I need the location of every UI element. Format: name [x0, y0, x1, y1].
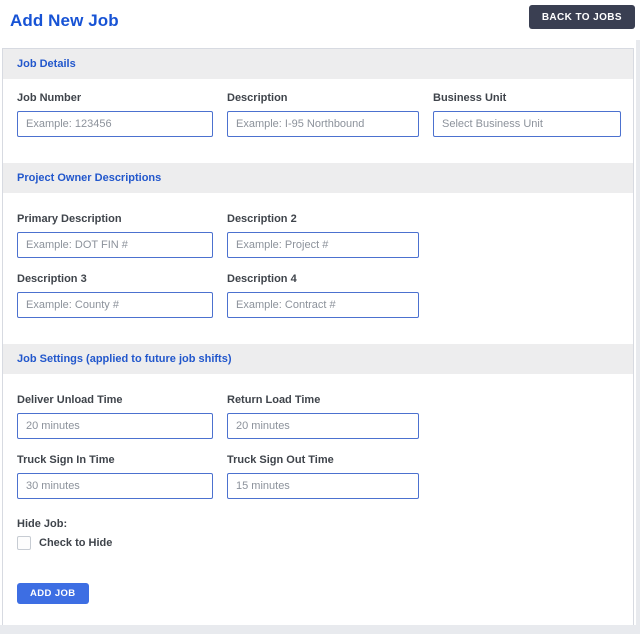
job-settings-row-1: Deliver Unload Time Return Load Time: [17, 394, 619, 439]
description-input[interactable]: [227, 111, 419, 137]
section-header-project-owner-descriptions: Project Owner Descriptions: [3, 163, 633, 193]
hide-job-group: Hide Job: Check to Hide: [17, 518, 619, 550]
project-owner-row-1: Primary Description Description 2: [17, 213, 619, 258]
description-4-input[interactable]: [227, 292, 419, 318]
section-body-project-owner-descriptions: Primary Description Description 2 Descri…: [3, 193, 633, 344]
deliver-unload-time-label: Deliver Unload Time: [17, 394, 123, 406]
deliver-unload-time-select[interactable]: [17, 413, 213, 439]
field-description-3: Description 3: [17, 273, 213, 318]
section-title-project-owner-descriptions: Project Owner Descriptions: [17, 172, 162, 184]
hide-job-checkbox[interactable]: [17, 536, 31, 550]
description-label: Description: [227, 92, 288, 104]
field-deliver-unload-time: Deliver Unload Time: [17, 394, 213, 439]
truck-sign-in-time-label: Truck Sign In Time: [17, 454, 115, 466]
section-body-job-details: Job Number Description Business Unit: [3, 79, 633, 163]
field-primary-description: Primary Description: [17, 213, 213, 258]
hide-job-label: Hide Job:: [17, 518, 68, 530]
section-title-job-details: Job Details: [17, 58, 76, 70]
project-owner-row-2: Description 3 Description 4: [17, 273, 619, 318]
hide-job-checkbox-label: Check to Hide: [39, 537, 113, 549]
hide-job-check-row: Check to Hide: [17, 536, 619, 550]
field-description-2: Description 2: [227, 213, 419, 258]
add-job-button[interactable]: ADD JOB: [17, 583, 89, 604]
primary-description-input[interactable]: [17, 232, 213, 258]
job-number-input[interactable]: [17, 111, 213, 137]
description-2-label: Description 2: [227, 213, 297, 225]
section-body-job-settings: Deliver Unload Time Return Load Time Tru…: [3, 374, 633, 630]
truck-sign-in-time-select[interactable]: [17, 473, 213, 499]
return-load-time-select[interactable]: [227, 413, 419, 439]
return-load-time-label: Return Load Time: [227, 394, 321, 406]
job-settings-row-2: Truck Sign In Time Truck Sign Out Time: [17, 454, 619, 499]
section-header-job-settings: Job Settings (applied to future job shif…: [3, 344, 633, 374]
description-3-input[interactable]: [17, 292, 213, 318]
field-truck-sign-out-time: Truck Sign Out Time: [227, 454, 419, 499]
description-4-label: Description 4: [227, 273, 297, 285]
field-business-unit: Business Unit: [433, 92, 621, 137]
field-description-4: Description 4: [227, 273, 419, 318]
primary-description-label: Primary Description: [17, 213, 122, 225]
job-number-label: Job Number: [17, 92, 82, 104]
business-unit-select[interactable]: [433, 111, 621, 137]
field-job-number: Job Number: [17, 92, 213, 137]
business-unit-label: Business Unit: [433, 92, 507, 104]
bottom-page-edge: [0, 625, 640, 634]
submit-row: ADD JOB: [17, 583, 619, 604]
back-to-jobs-button[interactable]: BACK TO JOBS: [528, 5, 635, 29]
truck-sign-out-time-select[interactable]: [227, 473, 419, 499]
truck-sign-out-time-label: Truck Sign Out Time: [227, 454, 334, 466]
field-truck-sign-in-time: Truck Sign In Time: [17, 454, 213, 499]
right-page-edge: [636, 40, 640, 634]
section-header-job-details: Job Details: [3, 49, 633, 79]
add-job-form-card: Job Details Job Number Description Busin…: [2, 48, 634, 631]
job-details-row: Job Number Description Business Unit: [17, 92, 621, 137]
section-title-job-settings: Job Settings (applied to future job shif…: [17, 353, 232, 365]
page-header: Add New Job BACK TO JOBS: [0, 0, 640, 48]
description-2-input[interactable]: [227, 232, 419, 258]
field-description: Description: [227, 92, 419, 137]
description-3-label: Description 3: [17, 273, 87, 285]
field-return-load-time: Return Load Time: [227, 394, 419, 439]
page-title: Add New Job: [10, 11, 119, 30]
